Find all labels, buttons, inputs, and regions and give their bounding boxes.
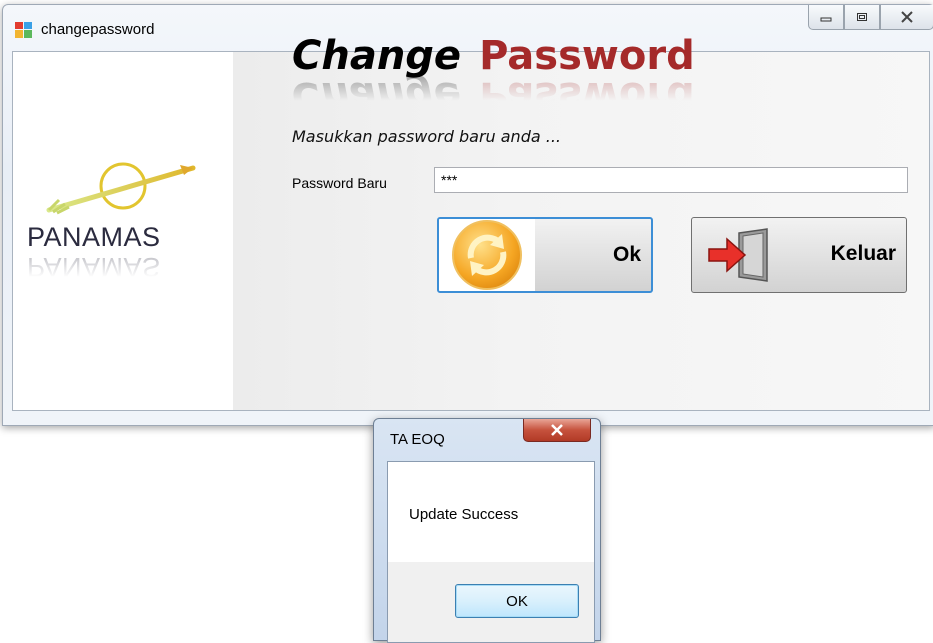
dialog-ok-button[interactable]: OK: [455, 584, 579, 618]
window-title: changepassword: [41, 21, 155, 38]
message-dialog: TA EOQ Update Success OK: [373, 418, 601, 643]
minimize-button[interactable]: [808, 5, 844, 30]
refresh-icon: [452, 220, 522, 290]
close-icon: [901, 11, 913, 23]
close-icon: [551, 424, 563, 436]
ok-icon-area: [439, 219, 535, 291]
ok-button[interactable]: Ok: [437, 217, 653, 293]
logo-text: PANAMAS: [27, 222, 161, 252]
dialog-message: Update Success: [409, 506, 519, 523]
dialog-client-area: Update Success OK: [387, 461, 595, 643]
heading-reflection-change: Change: [292, 73, 462, 119]
ok-button-label: Ok: [612, 243, 641, 266]
dialog-title: TA EOQ: [390, 431, 445, 448]
logo-reflection: PANAMAS: [27, 252, 161, 282]
keluar-button[interactable]: Keluar: [691, 217, 907, 293]
dialog-close-button[interactable]: [523, 419, 591, 442]
arrow-ring-logo-icon: [46, 162, 196, 215]
password-label: Password Baru: [292, 175, 387, 191]
app-form-icon: [15, 22, 32, 38]
instruction-text: Masukkan password baru anda ...: [292, 127, 561, 146]
caption-buttons: [808, 5, 933, 31]
heading-reflection: Change Password: [292, 73, 695, 119]
restore-icon: [857, 13, 867, 21]
change-password-window: changepassword PANAMAS PANAMAS Change Pa…: [2, 4, 933, 426]
password-input[interactable]: [434, 167, 908, 193]
logo-panel: PANAMAS PANAMAS: [13, 52, 233, 410]
dialog-message-area: Update Success: [388, 462, 594, 562]
heading-reflection-password: Password: [479, 73, 695, 119]
keluar-button-label: Keluar: [830, 242, 896, 265]
exit-door-icon: [708, 228, 768, 282]
close-button[interactable]: [880, 5, 933, 30]
restore-button[interactable]: [844, 5, 880, 30]
keluar-icon-area: [692, 218, 788, 292]
minimize-icon: [820, 17, 832, 22]
